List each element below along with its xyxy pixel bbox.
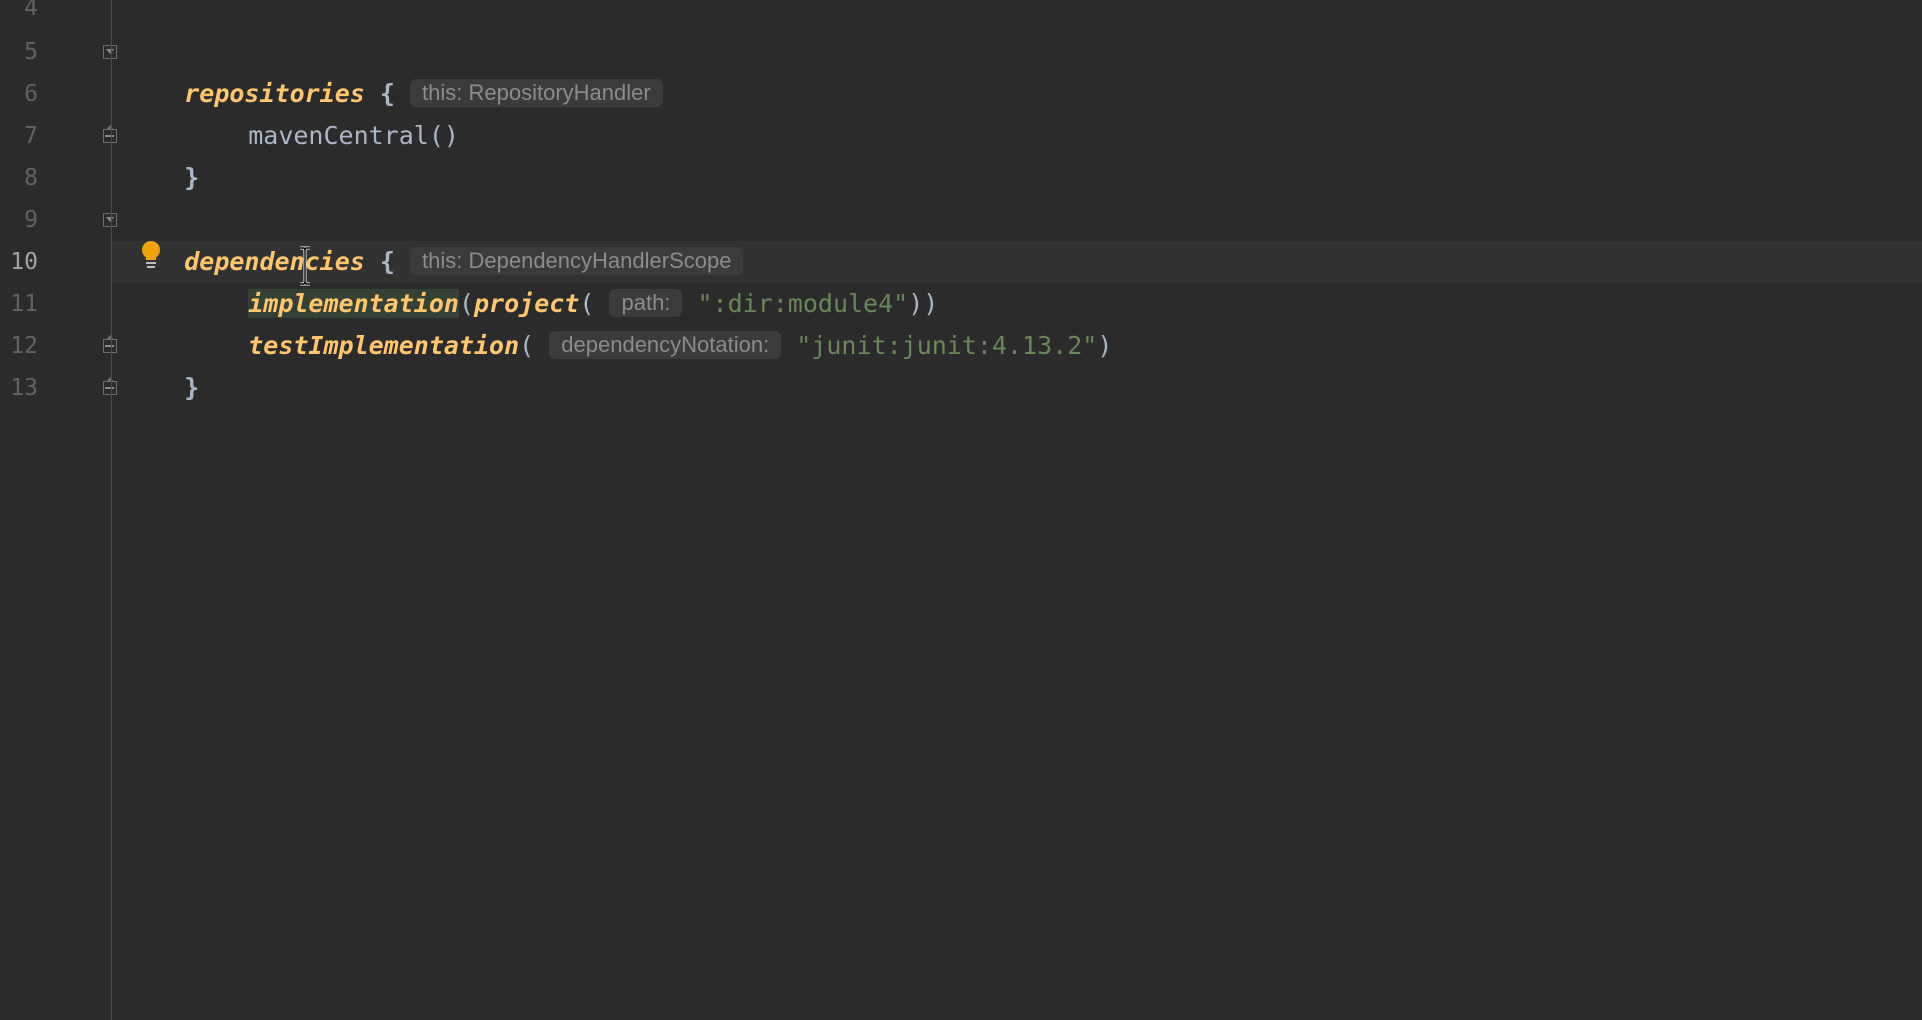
code-line-7[interactable]: }	[124, 115, 199, 192]
editor-gutter[interactable]: 4 5 6 7 8 9 10 11 12 13	[0, 0, 117, 1020]
line-number-8: 8	[24, 165, 38, 191]
line-number-5: 5	[24, 39, 38, 65]
fold-close-icon[interactable]	[103, 377, 117, 395]
lightbulb-icon[interactable]	[140, 240, 162, 270]
line-number-10: 10	[10, 249, 38, 275]
text-cursor-icon	[300, 246, 310, 286]
fold-open-icon[interactable]	[103, 213, 117, 227]
line-number-7: 7	[24, 123, 38, 149]
code-line-6[interactable]: mavenCentral()	[188, 73, 459, 150]
line-number-12: 12	[10, 333, 38, 359]
line-number-11: 11	[10, 291, 38, 317]
line-number-4: 4	[24, 0, 38, 21]
line-number-9: 9	[24, 207, 38, 233]
code-line-11[interactable]: testImplementation( dependencyNotation: …	[188, 283, 1112, 360]
code-editor[interactable]: 4 5 6 7 8 9 10 11 12 13 repositories { t…	[0, 0, 1922, 1020]
close-brace: }	[184, 163, 200, 192]
fold-close-icon[interactable]	[103, 335, 117, 353]
code-line-9[interactable]: dependencies { this: DependencyHandlerSc…	[124, 199, 744, 276]
fold-close-icon[interactable]	[103, 125, 117, 143]
string-literal[interactable]: "junit:junit:4.13.2"	[796, 331, 1097, 360]
inlay-hint-parameter: dependencyNotation:	[549, 331, 782, 359]
close-paren: )	[1097, 331, 1113, 360]
fold-open-icon[interactable]	[103, 45, 117, 59]
close-brace: }	[184, 373, 200, 402]
code-line-12[interactable]: }	[124, 325, 199, 402]
test-implementation-call[interactable]: testImplementation	[248, 331, 519, 360]
gutter-divider	[111, 0, 112, 1020]
line-number-13: 13	[10, 375, 38, 401]
open-paren: (	[519, 331, 535, 360]
code-line-5[interactable]: repositories { this: RepositoryHandler	[124, 31, 663, 108]
line-number-6: 6	[24, 81, 38, 107]
maven-central-call[interactable]: mavenCentral()	[248, 121, 459, 150]
